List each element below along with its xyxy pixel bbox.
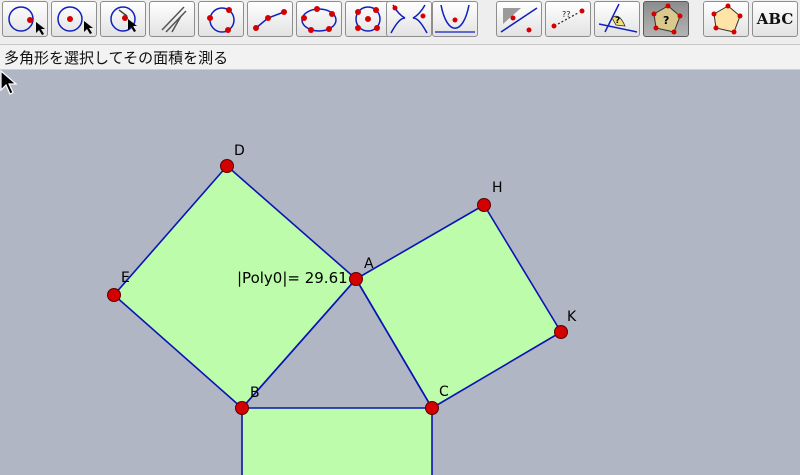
svg-text:??: ?? xyxy=(562,10,571,19)
parabola-tool-button[interactable] xyxy=(432,1,478,37)
center-pick-tool-icon xyxy=(110,6,137,32)
compass-tool-button[interactable] xyxy=(149,1,195,37)
point-in-circle-tool-button[interactable] xyxy=(51,1,97,37)
point-H[interactable] xyxy=(477,198,491,212)
conic-five-points-tool-icon xyxy=(355,6,381,32)
svg-text:?: ? xyxy=(615,16,620,26)
parabola-tool-icon xyxy=(435,4,475,33)
polygon-square-B-C[interactable] xyxy=(241,407,433,475)
point-label-C: C xyxy=(439,384,449,400)
circle-tool-icon xyxy=(207,7,235,33)
status-bar: 多角形を選択してその面積を測る xyxy=(0,45,800,70)
compass-tool-icon xyxy=(161,6,187,33)
point-label-E: E xyxy=(121,270,130,286)
circle-tool-button[interactable] xyxy=(198,1,244,37)
angle-measure-tool-button[interactable]: ? xyxy=(594,1,640,37)
point-K[interactable] xyxy=(554,325,568,339)
text-tool-button[interactable]: ABC xyxy=(752,1,798,37)
distance-measure-tool-icon: ?? xyxy=(551,8,585,29)
angle-measure-tool-icon: ? xyxy=(598,3,638,33)
locus-tool-button[interactable] xyxy=(386,1,432,37)
polygon-area-tool-button[interactable]: ? xyxy=(643,1,689,37)
status-message: 多角形を選択してその面積を測る xyxy=(4,49,229,67)
area-measurement-label[interactable]: |Poly0|= 29.61 xyxy=(237,269,348,287)
area-shade-tool-icon xyxy=(500,7,538,33)
point-D[interactable] xyxy=(220,159,234,173)
polygon-area-tool-icon: ? xyxy=(651,3,683,35)
point-in-circle-tool-icon xyxy=(57,6,93,34)
point-B[interactable] xyxy=(235,401,249,415)
polygon-label-tool-button[interactable] xyxy=(703,1,749,37)
point-on-circle-tool-button[interactable] xyxy=(2,1,48,37)
locus-tool-icon xyxy=(390,4,428,34)
point-on-circle-tool-icon xyxy=(8,6,45,35)
svg-text:?: ? xyxy=(663,14,669,27)
geometry-drawing xyxy=(107,159,568,475)
point-label-B: B xyxy=(250,385,260,401)
segment-tool-icon xyxy=(253,9,287,31)
ellipse-tool-button[interactable] xyxy=(296,1,342,37)
point-label-H: H xyxy=(492,180,503,196)
point-C[interactable] xyxy=(425,401,439,415)
point-label-K: K xyxy=(567,309,577,325)
area-shade-tool-button[interactable] xyxy=(496,1,542,37)
point-A[interactable] xyxy=(349,272,363,286)
point-E[interactable] xyxy=(107,288,121,302)
point-label-D: D xyxy=(234,143,245,159)
segment-tool-button[interactable] xyxy=(247,1,293,37)
geometry-canvas[interactable]: D H A E K B C |Poly0|= 29.61 xyxy=(0,70,800,475)
polygon-label-tool-icon xyxy=(711,3,743,35)
polygon-square-A-H-K-C[interactable] xyxy=(355,204,562,409)
ellipse-tool-icon xyxy=(301,6,337,33)
polygon-square-A-B-E-D[interactable] xyxy=(113,165,357,409)
distance-measure-tool-button[interactable]: ?? xyxy=(545,1,591,37)
center-pick-tool-button[interactable] xyxy=(100,1,146,37)
conic-tool-button[interactable] xyxy=(345,1,391,37)
mouse-cursor-icon xyxy=(0,70,18,95)
toolbar: ?? ? ? ABC xyxy=(0,0,800,45)
point-label-A: A xyxy=(364,256,374,272)
text-tool-label: ABC xyxy=(756,10,794,28)
